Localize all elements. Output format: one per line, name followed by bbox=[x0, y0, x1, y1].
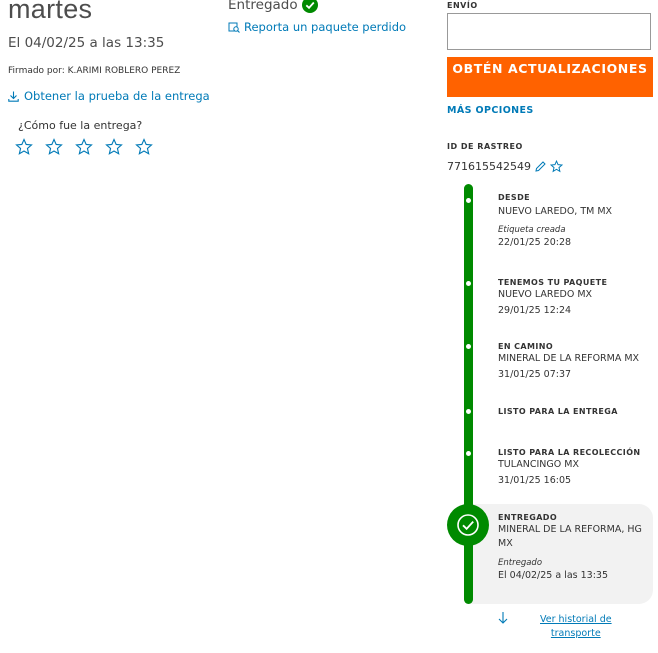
check-circle-icon bbox=[457, 514, 479, 536]
event-location: MINERAL DE LA REFORMA MX bbox=[498, 353, 640, 364]
arrow-down-icon bbox=[498, 612, 508, 624]
delivery-day: martes bbox=[8, 0, 93, 24]
delivery-datetime: El 04/02/25 a las 13:35 bbox=[8, 35, 165, 51]
more-options-link[interactable]: MÁS OPCIONES bbox=[447, 105, 534, 116]
delivery-status: Entregado bbox=[228, 0, 318, 13]
event-title: EN CAMINO bbox=[498, 342, 554, 351]
timeline-event: TENEMOS TU PAQUETE NUEVO LAREDO MX 29/01… bbox=[498, 278, 607, 318]
check-circle-icon bbox=[301, 0, 318, 13]
star-5-icon[interactable] bbox=[135, 138, 153, 156]
tracking-number: 771615542549 bbox=[447, 160, 531, 173]
event-datetime: 31/01/25 16:05 bbox=[498, 475, 572, 486]
status-label: Entregado bbox=[228, 0, 298, 13]
report-lost-package-link[interactable]: Reporta un paquete perdido bbox=[228, 20, 406, 34]
star-1-icon[interactable] bbox=[15, 138, 33, 156]
event-datetime: 22/01/25 20:28 bbox=[498, 237, 572, 248]
proof-of-delivery-link[interactable]: Obtener la prueba de la entrega bbox=[8, 89, 210, 103]
lost-link-label: Reporta un paquete perdido bbox=[244, 20, 407, 34]
download-icon bbox=[8, 91, 19, 102]
send-label: ENVÍO bbox=[447, 1, 478, 10]
event-title: LISTO PARA LA ENTREGA bbox=[498, 407, 618, 416]
event-datetime: 29/01/25 12:24 bbox=[498, 305, 572, 316]
history-link-line2: transporte bbox=[550, 628, 601, 639]
history-link-line1: Ver historial de bbox=[540, 614, 612, 625]
timeline-event: LISTO PARA LA ENTREGA bbox=[498, 407, 618, 416]
rating-stars bbox=[15, 138, 153, 156]
event-location: MINERAL DE LA REFORMA, HG bbox=[498, 524, 642, 535]
get-updates-button[interactable]: OBTÉN ACTUALIZACIONES bbox=[447, 57, 653, 97]
event-title: ENTREGADO bbox=[498, 513, 558, 522]
send-input[interactable] bbox=[447, 13, 651, 50]
event-location: NUEVO LAREDO, TM MX bbox=[498, 206, 613, 217]
event-datetime: El 04/02/25 a las 13:35 bbox=[498, 570, 608, 581]
tracking-id: 771615542549 bbox=[447, 160, 563, 173]
timeline-event: DESDE NUEVO LAREDO, TM MX Etiqueta cread… bbox=[498, 193, 612, 250]
timeline-dot bbox=[466, 409, 471, 414]
package-search-icon bbox=[228, 22, 240, 33]
timeline-event: ENTREGADO MINERAL DE LA REFORMA, HG MX E… bbox=[498, 513, 642, 583]
timeline-dot bbox=[466, 344, 471, 349]
star-2-icon[interactable] bbox=[45, 138, 63, 156]
event-location-line2: MX bbox=[498, 538, 513, 549]
pencil-icon[interactable] bbox=[535, 161, 546, 172]
timeline-dot bbox=[466, 281, 471, 286]
delivered-check-circle bbox=[447, 504, 489, 546]
timeline-dot bbox=[466, 451, 471, 456]
event-location: NUEVO LAREDO MX bbox=[498, 289, 593, 300]
star-4-icon[interactable] bbox=[105, 138, 123, 156]
event-location: TULANCINGO MX bbox=[498, 459, 579, 470]
rating-question: ¿Cómo fue la entrega? bbox=[18, 119, 143, 132]
shipment-history-link[interactable]: Ver historial de transporte bbox=[540, 613, 612, 641]
star-icon[interactable] bbox=[549, 160, 563, 173]
event-title: DESDE bbox=[498, 193, 530, 202]
timeline-event: EN CAMINO MINERAL DE LA REFORMA MX 31/01… bbox=[498, 342, 639, 382]
event-datetime: 31/01/25 07:37 bbox=[498, 369, 572, 380]
event-note: Entregado bbox=[498, 558, 543, 568]
event-note: Etiqueta creada bbox=[498, 225, 566, 235]
event-title: LISTO PARA LA RECOLECCIÓN bbox=[498, 448, 641, 457]
proof-link-label: Obtener la prueba de la entrega bbox=[24, 89, 210, 103]
timeline-dot bbox=[466, 198, 471, 203]
signed-by: Firmado por: K.ARIMI ROBLERO PEREZ bbox=[8, 66, 181, 76]
tracking-id-label: ID DE RASTREO bbox=[447, 142, 523, 151]
event-title: TENEMOS TU PAQUETE bbox=[498, 278, 608, 287]
star-3-icon[interactable] bbox=[75, 138, 93, 156]
timeline-event: LISTO PARA LA RECOLECCIÓN TULANCINGO MX … bbox=[498, 448, 640, 488]
